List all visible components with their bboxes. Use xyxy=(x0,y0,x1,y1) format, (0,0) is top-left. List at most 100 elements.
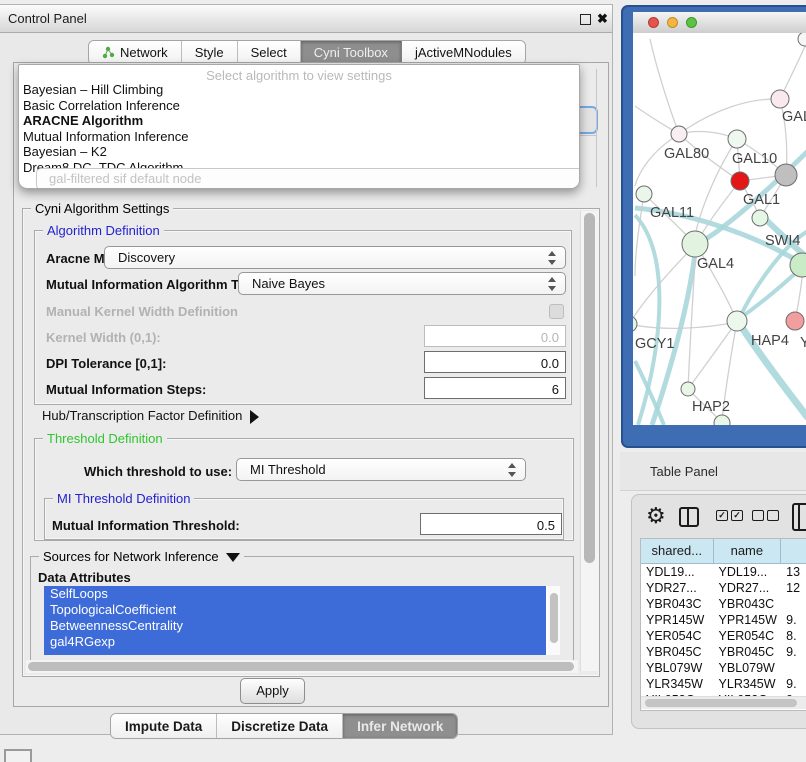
column-header-shared-[interactable]: shared... xyxy=(641,539,714,563)
sources-title: Sources for Network Inference xyxy=(43,549,219,564)
node-gray[interactable] xyxy=(775,164,797,186)
node-gal1[interactable] xyxy=(731,172,749,190)
which-threshold-label: Which threshold to use: xyxy=(84,464,232,479)
attribute-item-gal4rgexp[interactable]: gal4RGexp xyxy=(44,634,546,650)
network-canvas[interactable]: GALGAL80GAL10GAL1GAL11SWI4GAL4GCY1HAP4YH… xyxy=(633,33,806,425)
data-attributes-list: SelfLoopsTopologicalCoefficientBetweenne… xyxy=(44,586,560,655)
algorithm-option-mutual-information-inference[interactable]: Mutual Information Inference xyxy=(23,129,573,145)
unchecked-box-icon[interactable] xyxy=(767,510,779,521)
table-row[interactable]: YPR145WYPR145W9. xyxy=(641,612,806,628)
mi-steps-field[interactable] xyxy=(424,377,566,399)
table-row[interactable]: YBR043CYBR043C xyxy=(641,596,806,612)
mi-threshold-field[interactable] xyxy=(420,513,562,535)
collapse-down-icon xyxy=(226,553,240,562)
tab-jactivemnodules[interactable]: jActiveMNodules xyxy=(402,41,525,64)
which-threshold-combo[interactable]: MI Threshold xyxy=(236,458,526,481)
mi-type-label: Mutual Information Algorithm Type: xyxy=(46,277,265,292)
checked-box-icon[interactable]: ✓ xyxy=(731,510,743,521)
aracne-mode-combo[interactable]: Discovery xyxy=(104,246,566,269)
close-icon[interactable]: ✖ xyxy=(597,11,608,27)
node-hap2[interactable] xyxy=(681,382,695,396)
algorithm-dropdown-popup: Select algorithm to view settings Bayesi… xyxy=(18,64,580,189)
manual-kernel-checkbox[interactable] xyxy=(549,304,564,319)
node-gal10[interactable] xyxy=(728,130,746,148)
node-gcy1[interactable] xyxy=(633,316,637,332)
table-cell: YPR145W xyxy=(641,612,714,628)
settings-vertical-scrollbar[interactable] xyxy=(580,211,599,671)
network-node-label: Y xyxy=(800,335,806,351)
network-node-label: GAL xyxy=(782,109,806,125)
unchecked-box-icon[interactable] xyxy=(752,510,764,521)
network-edge xyxy=(635,215,659,425)
table-cell: 9. xyxy=(781,676,806,692)
node-gal11[interactable] xyxy=(636,186,652,202)
table-row[interactable]: YLR345WYLR345W9. xyxy=(641,676,806,692)
network-selector-combo[interactable]: gal-filtered sif default node xyxy=(36,168,580,189)
table-row[interactable]: YBL079WYBL079W xyxy=(641,660,806,676)
node-gal-top[interactable] xyxy=(771,90,789,108)
table-cell: 9. xyxy=(781,612,806,628)
attributes-scrollbar[interactable] xyxy=(548,586,560,655)
algorithm-option-bayesian-k2[interactable]: Bayesian – K2 xyxy=(23,144,573,160)
network-node-label: SWI4 xyxy=(765,233,800,249)
table-row[interactable]: YBR045CYBR045C9. xyxy=(641,644,806,660)
node-gal80[interactable] xyxy=(671,126,687,142)
kernel-width-field[interactable] xyxy=(424,325,566,347)
sources-title-row[interactable]: Sources for Network Inference xyxy=(39,549,244,564)
mi-type-combo[interactable]: Naive Bayes xyxy=(238,272,566,295)
data-attributes-label: Data Attributes xyxy=(38,570,131,585)
table-cell: YDR27... xyxy=(714,580,782,596)
node[interactable] xyxy=(798,33,806,46)
dpi-tolerance-field[interactable] xyxy=(424,351,566,373)
column-header-extra[interactable] xyxy=(781,539,806,563)
split-columns-icon[interactable] xyxy=(679,507,699,527)
column-header-name[interactable]: name xyxy=(714,539,782,563)
node-salmon[interactable] xyxy=(786,312,804,330)
tab-network[interactable]: Network xyxy=(89,41,182,64)
control-panel-window: Control Panel ✖ Network StyleSelect Cyni T… xyxy=(0,4,613,735)
attribute-item-topologicalcoefficient[interactable]: TopologicalCoefficient xyxy=(44,602,546,618)
bottom-tab-infer-network[interactable]: Infer Network xyxy=(343,714,457,738)
table-horizontal-scrollbar[interactable] xyxy=(641,696,806,709)
tab-select[interactable]: Select xyxy=(238,41,301,64)
attribute-item-betweennesscentrality[interactable]: BetweennessCentrality xyxy=(44,618,546,634)
algorithm-option-basic-correlation-inference[interactable]: Basic Correlation Inference xyxy=(23,98,573,114)
node-swi4[interactable] xyxy=(752,210,768,226)
mi-type-value: Naive Bayes xyxy=(252,276,325,291)
node-gal4[interactable] xyxy=(682,231,708,257)
node-hap4[interactable] xyxy=(727,311,747,331)
network-window-titlebar[interactable] xyxy=(633,12,806,34)
table-cell: YDL19... xyxy=(714,564,782,580)
minimize-light[interactable] xyxy=(667,17,678,28)
algorithm-option-bayesian-hill-climbing[interactable]: Bayesian – Hill Climbing xyxy=(23,82,573,98)
kernel-width-label: Kernel Width (0,1): xyxy=(46,330,161,345)
checked-box-icon[interactable]: ✓ xyxy=(716,510,728,521)
float-window-icon[interactable] xyxy=(580,14,591,25)
bottom-tab-discretize-data[interactable]: Discretize Data xyxy=(217,714,343,738)
gear-icon[interactable]: ⚙ xyxy=(646,503,666,529)
tab-label: Network xyxy=(120,45,168,60)
settings-horizontal-scrollbar[interactable] xyxy=(26,660,578,673)
table-row[interactable]: YDR27...YDR27...12 xyxy=(641,580,806,596)
tab-label: Cyni Toolbox xyxy=(314,45,388,60)
attribute-item-partial[interactable] xyxy=(44,650,546,655)
table-row[interactable]: YDL19...YDL19...13 xyxy=(641,564,806,580)
table-icon[interactable] xyxy=(792,503,806,531)
algorithm-option-aracne-algorithm[interactable]: ARACNE Algorithm xyxy=(23,113,573,129)
control-panel-titlebar[interactable]: Control Panel ✖ xyxy=(0,5,612,33)
zoom-light[interactable] xyxy=(686,17,697,28)
table-cell xyxy=(781,660,806,676)
network-edge xyxy=(650,39,679,134)
apply-button[interactable]: Apply xyxy=(240,678,305,704)
bottom-tab-impute-data[interactable]: Impute Data xyxy=(111,714,217,738)
hub-definition-toggle[interactable]: Hub/Transcription Factor Definition xyxy=(42,408,259,424)
screen: Control Panel ✖ Network StyleSelect Cyni T… xyxy=(0,0,806,762)
mi-steps-label: Mutual Information Steps: xyxy=(46,382,206,397)
tab-style[interactable]: Style xyxy=(182,41,238,64)
table-row[interactable]: YER054CYER054C8. xyxy=(641,628,806,644)
tab-cyni-toolbox[interactable]: Cyni Toolbox xyxy=(301,41,402,64)
close-light[interactable] xyxy=(648,17,659,28)
minimized-window-icon[interactable] xyxy=(4,749,32,762)
attribute-item-selfloops[interactable]: SelfLoops xyxy=(44,586,546,602)
network-edge xyxy=(633,322,737,328)
